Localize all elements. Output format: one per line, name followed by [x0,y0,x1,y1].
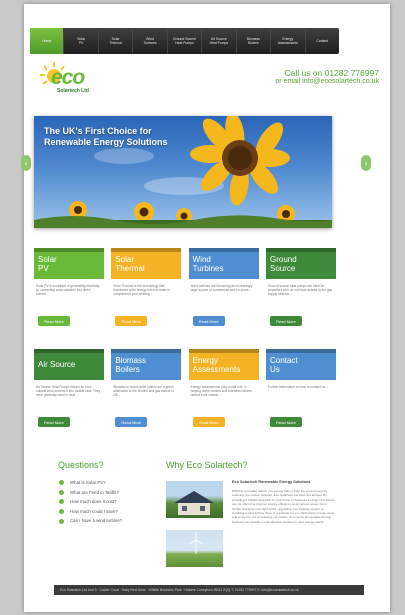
question-item[interactable]: How much could I save? [59,507,122,517]
service-title[interactable]: Solar Thermal [111,248,182,279]
contact-email[interactable]: or email info@ecosolartech.co.uk [275,78,379,85]
service-description: Energy assessments play a vital role, in… [190,385,252,398]
service-box-energy-assessments: Energy Assessments Energy assessments pl… [188,349,259,429]
eco-logo[interactable]: eco Solartech Ltd [37,60,97,100]
logo-subtitle: Solartech Ltd [57,88,89,94]
main-navigation: Home Solar PV Solar Thermal Wind Turbine… [30,28,339,54]
service-description: Solar Thermal is the technology that har… [113,284,171,297]
service-description: Biomass or wood pellet boilers are a gre… [113,385,174,398]
service-box-biomass: Biomass Boilers Biomass or wood pellet b… [111,349,182,429]
solar-panel-house-image [166,481,223,518]
service-row-2: Air Source Air Source Heat Pumps extract… [34,349,336,429]
logo-wordmark: eco [51,66,85,89]
read-more-button[interactable]: Read More [192,316,225,326]
read-more-button[interactable]: Read More [269,417,302,427]
nav-item-air-source[interactable]: Air Source Heat Pumps [202,28,237,54]
footer-bar: Eco Solartech Ltd Unit 3 · Calder Court … [54,585,364,595]
nav-item-solar-thermal[interactable]: Solar Thermal [99,28,134,54]
service-title[interactable]: Ground Source [265,248,336,279]
service-box-air-source: Air Source Air Source Heat Pumps extract… [34,349,104,429]
questions-list: What is Solar PV? What are Feed in Tarif… [59,478,122,526]
why-subheading: Eco Solartech Renewable Energy Solutions [232,480,311,484]
service-box-contact: Contact Us Further information on how to… [265,349,336,429]
service-description: Further information on how to contact us… [267,385,328,389]
nav-item-energy-assessments[interactable]: Energy Assessments [271,28,306,54]
hero-banner: The UK's First Choice for Renewable Ener… [34,116,332,228]
question-item[interactable]: How much does it cost? [59,497,122,507]
bullet-icon [59,518,64,524]
question-label: How much could I save? [70,508,118,514]
questions-heading: Questions? [58,460,104,470]
question-item[interactable]: What is Solar PV? [59,478,122,488]
bullet-icon [59,509,64,515]
read-more-button[interactable]: Read More [115,417,148,427]
read-more-button[interactable]: Read More [38,316,70,326]
service-description: Solar PV is a method of generating elect… [36,284,100,297]
chevron-left-icon: ‹ [24,158,28,168]
question-item[interactable]: Can I have a wind turbine? [59,516,122,526]
service-title[interactable]: Energy Assessments [188,349,259,380]
question-label: What is Solar PV? [70,480,106,485]
read-more-button[interactable]: Read More [269,316,302,326]
turbine-image [188,532,204,554]
nav-item-home[interactable]: Home [30,28,65,54]
nav-item-biomass[interactable]: Biomass Boilers [237,28,272,54]
slider-next-button[interactable]: › [361,155,371,171]
footer-text: Eco Solartech Ltd Unit 3 · Calder Court … [60,588,299,592]
nav-item-wind-turbines[interactable]: Wind Turbines [133,28,168,54]
service-description: Ground source heat pumps are ideal for p… [267,284,333,297]
chevron-right-icon: › [364,158,368,168]
service-row-1: Solar PV Solar PV is a method of generat… [34,248,336,328]
question-item[interactable]: What are Feed in Tariffs? [59,488,122,498]
read-more-button[interactable]: Read More [38,417,70,427]
question-label: Can I have a wind turbine? [70,518,123,524]
service-title[interactable]: Biomass Boilers [111,349,182,380]
contact-phone[interactable]: Call us on 01282 776997 [275,68,379,78]
question-label: What are Feed in Tariffs? [70,489,119,495]
service-description: Wind turbines are becoming an increasing… [190,284,253,293]
service-title[interactable]: Wind Turbines [188,248,259,279]
read-more-button[interactable]: Read More [192,417,225,427]
why-text: Whether you want reduce you energy bills… [232,489,335,524]
house-image [174,491,214,515]
why-heading: Why Eco Solartech? [166,460,248,470]
bullet-icon [59,499,64,505]
contact-info: Call us on 01282 776997 or email info@ec… [275,68,379,85]
service-box-solar-pv: Solar PV Solar PV is a method of generat… [34,248,104,328]
bullet-icon [59,489,64,495]
service-box-solar-thermal: Solar Thermal Solar Thermal is the techn… [111,248,182,328]
question-label: How much does it cost? [70,499,117,505]
nav-item-contact[interactable]: Contact [306,28,339,54]
slider-prev-button[interactable]: ‹ [21,155,31,171]
nav-item-solar-pv[interactable]: Solar PV [64,28,99,54]
wind-turbine-image [166,530,223,567]
service-box-ground-source: Ground Source Ground source heat pumps a… [265,248,336,328]
bullet-icon [59,480,64,486]
service-title[interactable]: Air Source [34,349,104,380]
nav-item-ground-source[interactable]: Ground Source Heat Pumps [168,28,203,54]
read-more-button[interactable]: Read More [115,316,148,326]
service-description: Air Source Heat Pumps extract air from o… [36,385,101,398]
service-title[interactable]: Solar PV [34,248,104,279]
service-title[interactable]: Contact Us [265,349,336,380]
hero-title: The UK's First Choice for Renewable Ener… [44,126,168,147]
service-box-wind-turbines: Wind Turbines Wind turbines are becoming… [188,248,259,328]
